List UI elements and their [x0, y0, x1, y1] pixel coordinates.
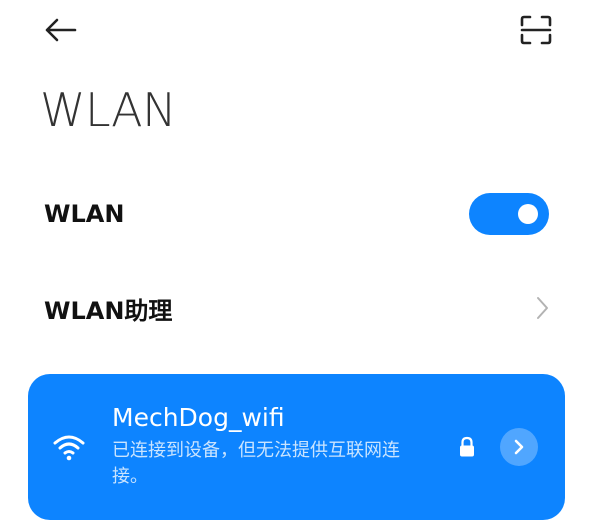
back-button[interactable]: [38, 12, 84, 48]
scan-qr-icon: [520, 15, 552, 45]
page-title: WLAN: [40, 83, 177, 137]
toggle-knob: [518, 204, 538, 224]
chevron-right-icon: [537, 297, 548, 319]
wlan-label: WLAN: [44, 200, 125, 228]
wlan-toggle-switch[interactable]: [469, 193, 549, 235]
wlan-settings-page: WLAN WLAN WLAN助理 MechDog_wifi 已连接到设备，但无法…: [0, 0, 592, 532]
network-status: 已连接到设备，但无法提供互联网连接。: [112, 440, 400, 487]
wlan-assistant-label: WLAN助理: [44, 296, 173, 325]
connected-network-card[interactable]: MechDog_wifi 已连接到设备，但无法提供互联网连接。: [28, 374, 565, 520]
lock-icon: [460, 436, 474, 457]
scan-button[interactable]: [514, 10, 558, 50]
arrow-left-icon: [45, 18, 77, 42]
wlan-toggle-row[interactable]: WLAN: [0, 182, 592, 246]
chevron-right-icon: [514, 439, 524, 455]
wlan-assistant-row[interactable]: WLAN助理: [0, 276, 592, 340]
network-details-button[interactable]: [500, 428, 538, 466]
wifi-icon: [53, 435, 85, 461]
network-ssid: MechDog_wifi: [112, 403, 285, 432]
